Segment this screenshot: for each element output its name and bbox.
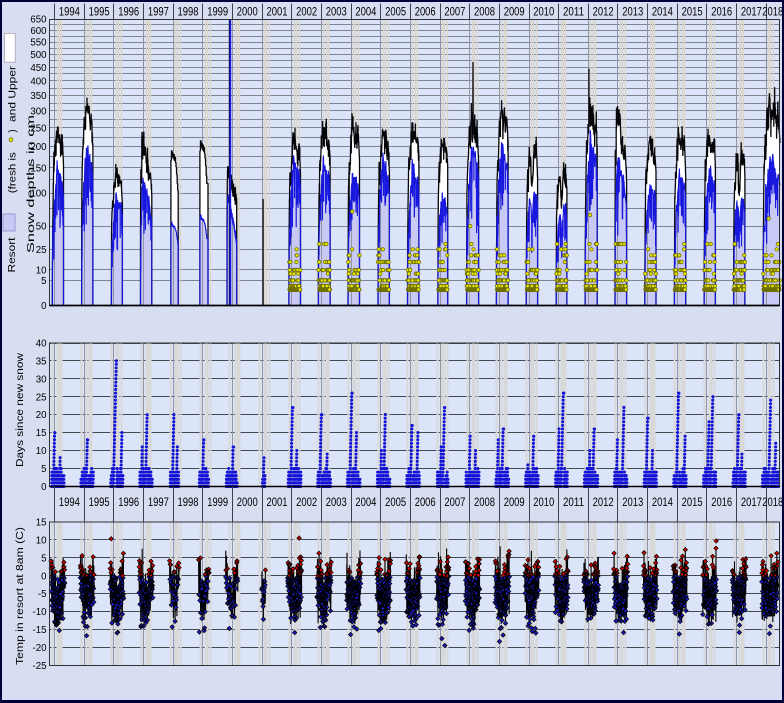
svg-text:1994: 1994 (59, 7, 80, 19)
svg-text:2013: 2013 (622, 497, 643, 509)
svg-text:1994: 1994 (59, 497, 80, 509)
svg-text:350: 350 (30, 91, 47, 102)
svg-text:30: 30 (36, 374, 47, 385)
svg-text:35: 35 (36, 356, 47, 367)
svg-text:2000: 2000 (237, 7, 258, 19)
svg-text:2005: 2005 (385, 497, 406, 509)
svg-text:2000: 2000 (237, 497, 258, 509)
svg-text:650: 650 (30, 15, 47, 26)
svg-text:0: 0 (41, 482, 47, 493)
svg-text:2010: 2010 (533, 7, 554, 19)
svg-text:2006: 2006 (415, 497, 436, 509)
svg-text:2007: 2007 (444, 7, 465, 19)
svg-text:2010: 2010 (533, 497, 554, 509)
svg-text:1995: 1995 (89, 497, 110, 509)
svg-text:-5: -5 (38, 589, 47, 600)
svg-text:10: 10 (36, 266, 47, 277)
svg-text:2018: 2018 (762, 7, 783, 19)
svg-text:2007: 2007 (444, 497, 465, 509)
svg-text:25: 25 (36, 392, 47, 403)
svg-text:1999: 1999 (207, 7, 228, 19)
svg-text:2014: 2014 (652, 7, 673, 19)
svg-text:-10: -10 (32, 607, 47, 618)
svg-text:1998: 1998 (178, 497, 199, 509)
svg-text:2006: 2006 (415, 7, 436, 19)
svg-text:600: 600 (30, 26, 47, 37)
svg-text:10: 10 (36, 535, 47, 546)
svg-text:2003: 2003 (326, 497, 347, 509)
svg-text:2017: 2017 (741, 497, 762, 509)
svg-text:1996: 1996 (118, 497, 139, 509)
svg-text:2015: 2015 (682, 7, 703, 19)
svg-text:550: 550 (30, 38, 47, 49)
svg-text:2002: 2002 (296, 497, 317, 509)
svg-text:2004: 2004 (355, 7, 376, 19)
svg-text:5: 5 (41, 553, 46, 564)
svg-text:2009: 2009 (504, 497, 525, 509)
svg-text:-25: -25 (32, 661, 46, 672)
svg-text:-20: -20 (32, 643, 47, 654)
svg-text:2001: 2001 (267, 7, 288, 19)
svg-text:Temp in resort at 8am (C): Temp in resort at 8am (C) (15, 527, 26, 665)
svg-text:2012: 2012 (593, 497, 614, 509)
svg-text:500: 500 (30, 50, 47, 61)
svg-text:20: 20 (36, 410, 47, 421)
svg-text:2008: 2008 (474, 7, 495, 19)
svg-text:(fresh is: (fresh is (8, 152, 19, 193)
svg-text:5: 5 (41, 276, 46, 287)
svg-text:2016: 2016 (711, 497, 732, 509)
svg-text:-15: -15 (32, 625, 46, 636)
svg-text:Resort: Resort (7, 237, 18, 272)
svg-text:1997: 1997 (148, 7, 169, 19)
svg-text:15: 15 (36, 428, 47, 439)
svg-text:400: 400 (30, 76, 47, 87)
svg-text:10: 10 (36, 446, 47, 457)
svg-text:2009: 2009 (504, 7, 525, 19)
svg-text:0: 0 (41, 571, 47, 582)
svg-text:2014: 2014 (652, 497, 673, 509)
svg-text:Snow depths in cm: Snow depths in cm (26, 115, 37, 253)
svg-text:1998: 1998 (178, 7, 199, 19)
svg-text:5: 5 (41, 464, 46, 475)
svg-text:2002: 2002 (296, 7, 317, 19)
svg-text:2018: 2018 (762, 497, 783, 509)
svg-text:40: 40 (36, 339, 47, 350)
svg-text:25: 25 (36, 245, 47, 256)
svg-text:): ) (8, 129, 19, 132)
svg-text:Days since new snow: Days since new snow (15, 352, 26, 467)
svg-text:2011: 2011 (563, 7, 584, 19)
svg-text:1995: 1995 (89, 7, 110, 19)
svg-text:2005: 2005 (385, 7, 406, 19)
svg-text:2017: 2017 (741, 7, 762, 19)
svg-text:2013: 2013 (622, 7, 643, 19)
svg-text:1997: 1997 (148, 497, 169, 509)
svg-text:2016: 2016 (711, 7, 732, 19)
svg-text:15: 15 (36, 518, 47, 529)
svg-text:50: 50 (36, 222, 47, 233)
svg-text:1996: 1996 (118, 7, 139, 19)
svg-text:1999: 1999 (207, 497, 228, 509)
svg-text:2012: 2012 (593, 7, 614, 19)
svg-text:2011: 2011 (563, 497, 584, 509)
svg-text:450: 450 (30, 63, 47, 74)
svg-text:2008: 2008 (474, 497, 495, 509)
svg-text:0: 0 (41, 301, 47, 312)
svg-text:2004: 2004 (355, 497, 376, 509)
svg-text:2003: 2003 (326, 7, 347, 19)
svg-text:2001: 2001 (267, 497, 288, 509)
svg-text:2015: 2015 (682, 497, 703, 509)
svg-text:and Upper: and Upper (8, 65, 19, 122)
